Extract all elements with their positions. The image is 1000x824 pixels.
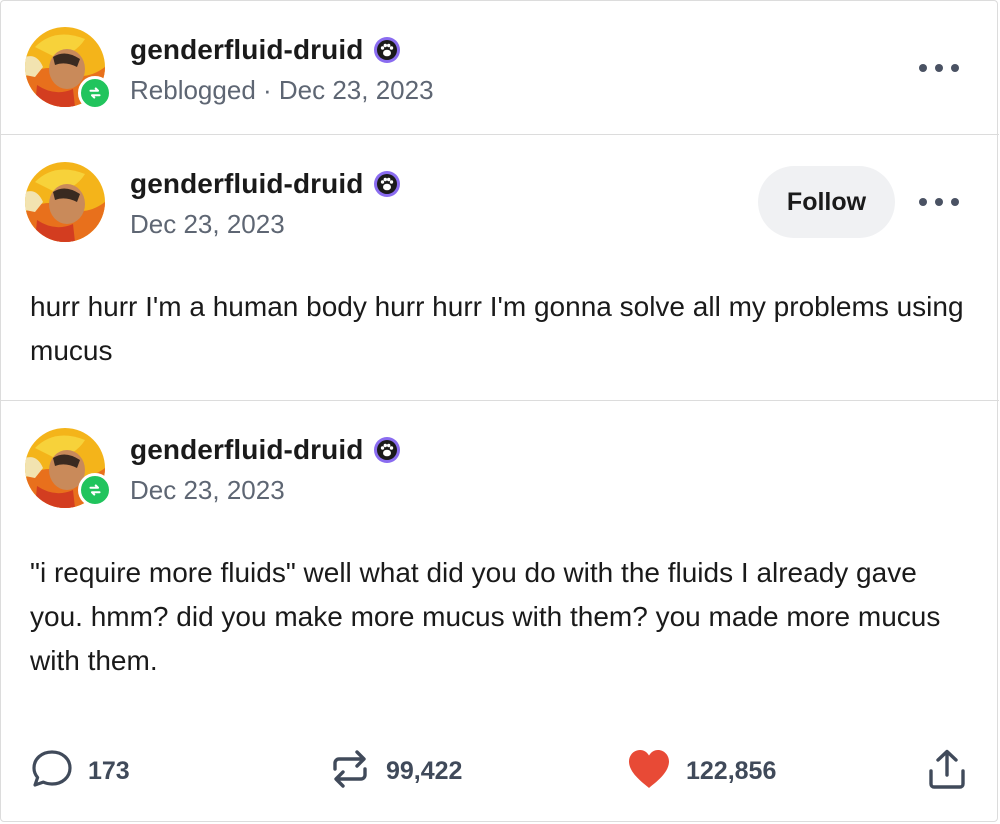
paw-badge-icon	[373, 170, 401, 198]
reply-count: 173	[88, 756, 130, 785]
post-date[interactable]: Dec 23, 2023	[130, 209, 285, 240]
like-count: 122,856	[686, 756, 777, 785]
post-actions-bar: 173 99,422 122,856	[1, 741, 999, 801]
paw-badge-icon	[373, 436, 401, 464]
reblog-icon	[328, 747, 372, 796]
like-button[interactable]: 122,856	[626, 741, 776, 801]
post-card: genderfluid-druid Reblogged · Dec 23, 20…	[0, 0, 999, 822]
reblog-badge-icon	[78, 473, 112, 507]
more-options-button[interactable]	[919, 58, 959, 78]
username-label[interactable]: genderfluid-druid	[130, 168, 363, 200]
reblog-post: genderfluid-druid Dec 23, 2023 "i requir…	[1, 401, 999, 721]
username-label[interactable]: genderfluid-druid	[130, 434, 363, 466]
blog-name-link[interactable]: genderfluid-druid	[130, 168, 401, 200]
username-label[interactable]: genderfluid-druid	[130, 34, 363, 66]
paw-badge-icon	[373, 36, 401, 64]
post-body-text: hurr hurr I'm a human body hurr hurr I'm…	[30, 291, 964, 366]
blog-name-link[interactable]: genderfluid-druid	[130, 434, 401, 466]
reblog-count: 99,422	[386, 756, 463, 785]
more-options-button[interactable]	[919, 192, 959, 212]
reblog-button[interactable]: 99,422	[328, 741, 462, 801]
reblog-badge-icon	[78, 76, 112, 110]
reply-button[interactable]: 173	[30, 741, 130, 801]
heart-icon	[626, 747, 672, 796]
share-icon	[925, 747, 969, 796]
reply-icon	[30, 747, 74, 796]
blog-name-link[interactable]: genderfluid-druid	[130, 34, 401, 66]
reblog-meta: Reblogged · Dec 23, 2023	[130, 75, 434, 105]
post-body-text: "i require more fluids" well what did yo…	[30, 557, 941, 676]
avatar[interactable]	[25, 162, 105, 242]
reblog-header: genderfluid-druid Reblogged · Dec 23, 20…	[1, 1, 999, 134]
post-date[interactable]: Dec 23, 2023	[130, 475, 285, 506]
follow-button[interactable]: Follow	[758, 166, 895, 238]
share-button[interactable]	[925, 741, 969, 801]
